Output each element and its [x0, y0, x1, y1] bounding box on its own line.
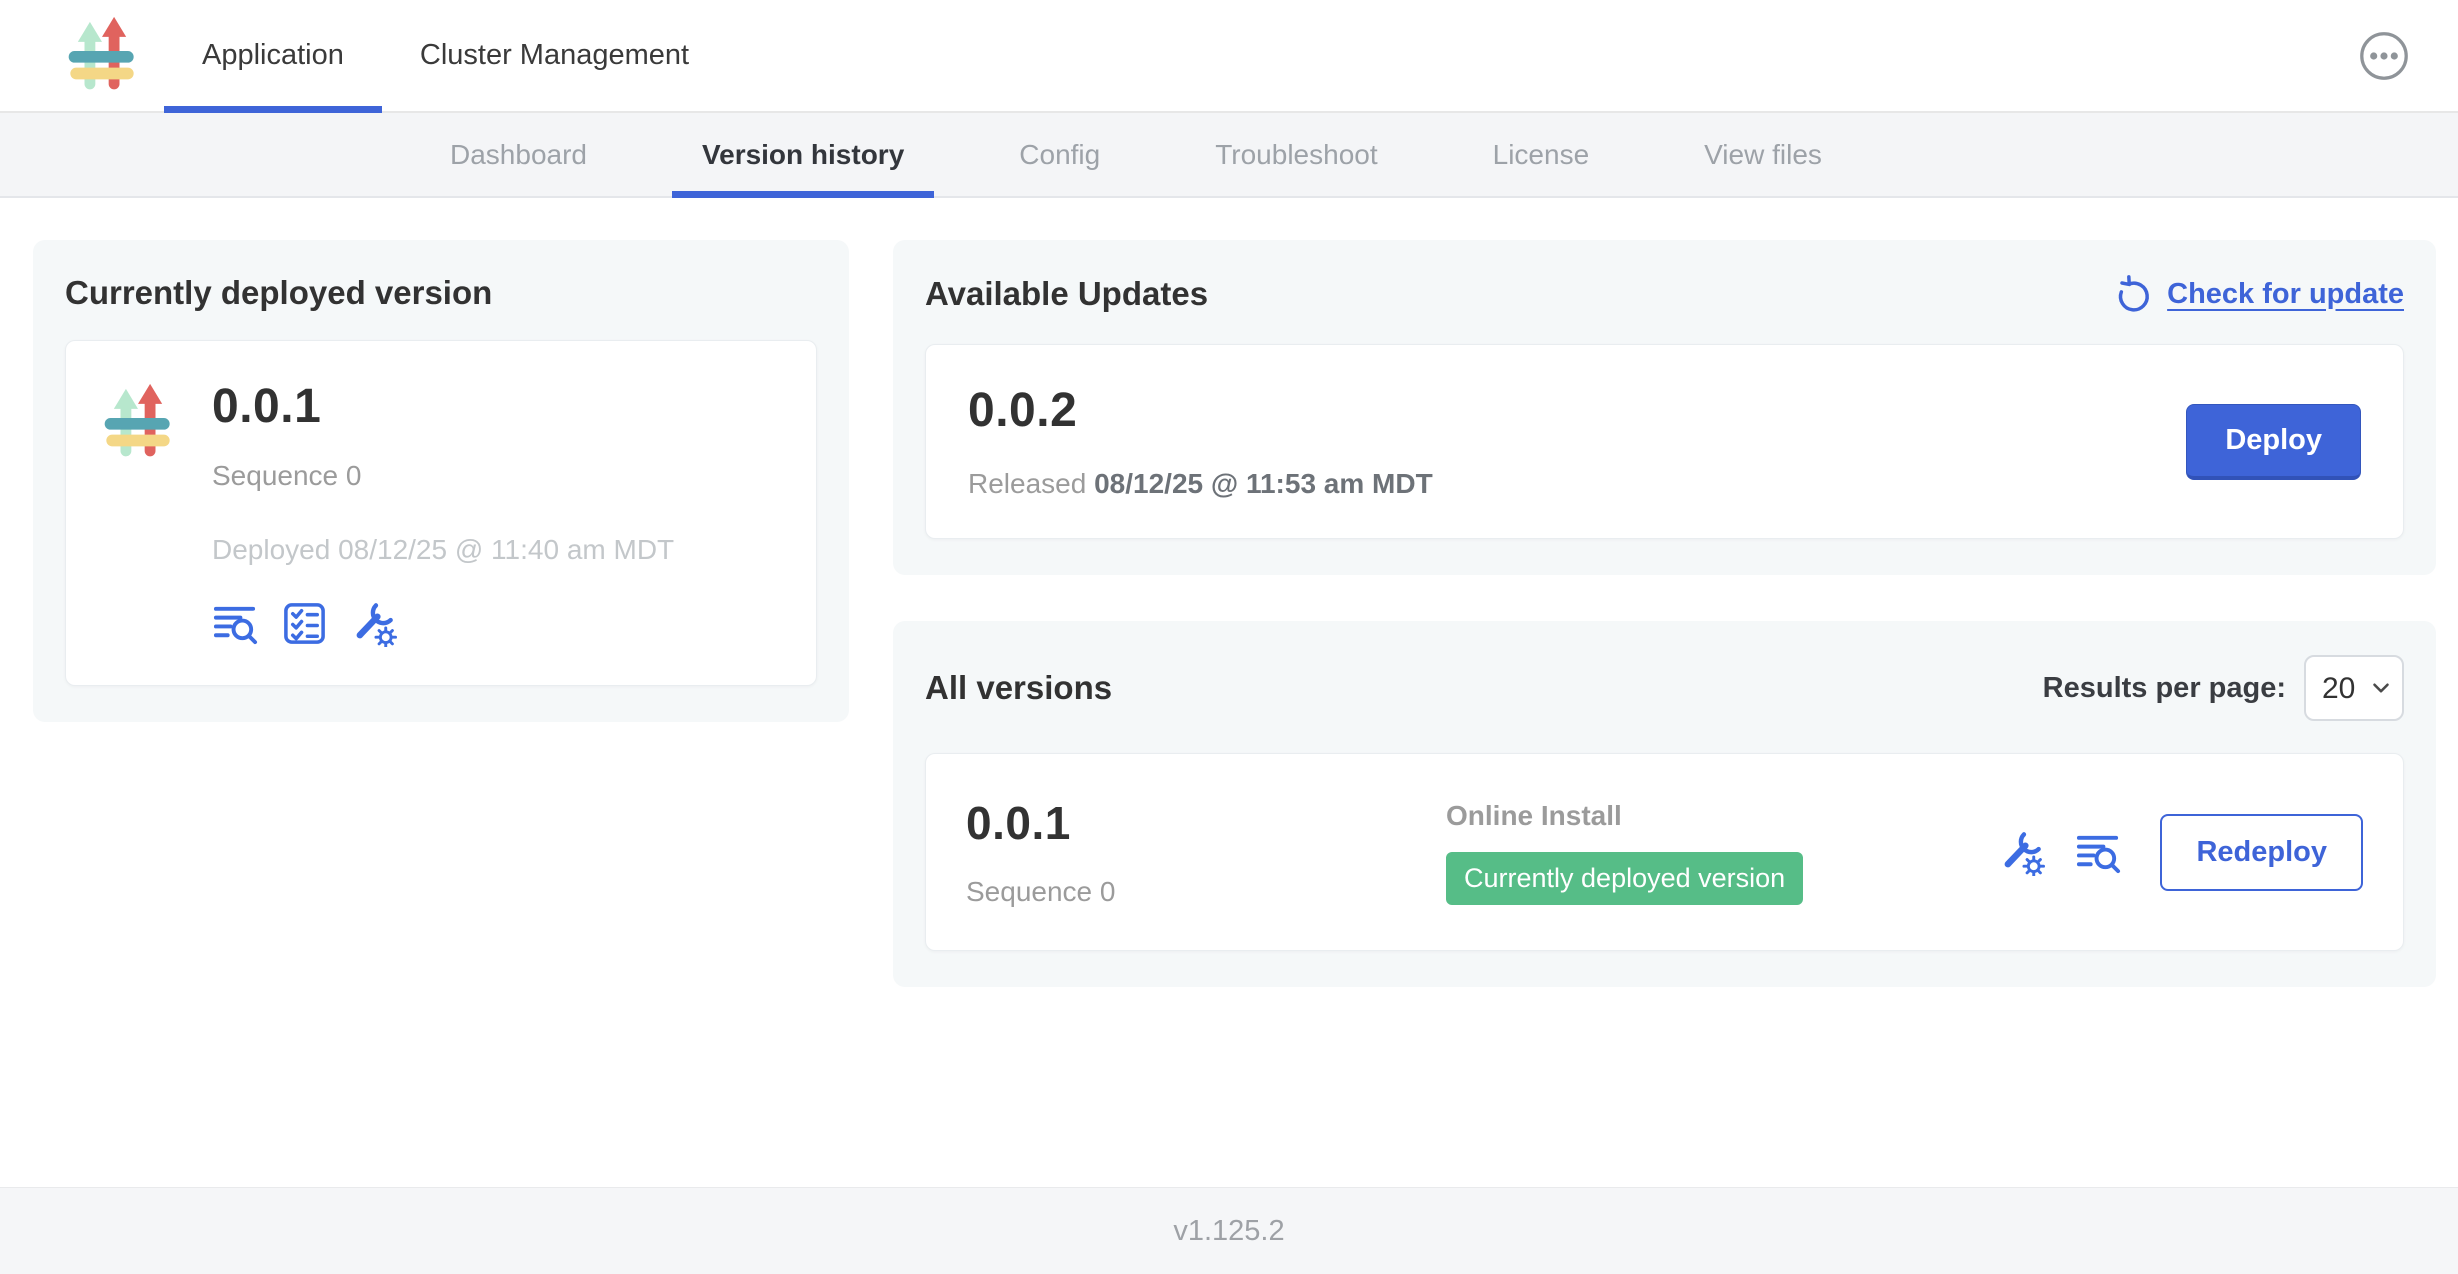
available-updates-header: Available Updates Check for update — [925, 274, 2404, 314]
tab-config[interactable]: Config — [989, 113, 1130, 196]
all-versions-header: All versions Results per page: 20 — [925, 655, 2404, 721]
app-sub-nav: Dashboard Version history Config Trouble… — [0, 113, 2458, 198]
kots-admin-console: Application Cluster Management Dashboard… — [0, 0, 2458, 1274]
released-label: Released — [968, 468, 1086, 499]
edit-config-icon[interactable] — [1998, 829, 2045, 876]
deployed-sequence: Sequence 0 — [212, 460, 674, 492]
row-version-number: 0.0.1 — [966, 796, 1446, 850]
available-updates-card: Available Updates Check for update — [893, 240, 2436, 575]
console-version: v1.125.2 — [1173, 1215, 1284, 1248]
all-versions-title: All versions — [925, 669, 1112, 707]
edit-config-icon[interactable] — [350, 600, 397, 647]
view-logs-icon[interactable] — [212, 600, 259, 647]
redeploy-button[interactable]: Redeploy — [2160, 814, 2363, 891]
row-sequence: Sequence 0 — [966, 876, 1446, 908]
tab-cluster-management[interactable]: Cluster Management — [382, 0, 727, 111]
results-per-page-select-wrap: 20 — [2304, 655, 2404, 721]
overflow-menu-button[interactable] — [2358, 30, 2410, 82]
tab-application-label: Application — [202, 39, 344, 72]
tab-license[interactable]: License — [1463, 113, 1620, 196]
app-logo-arrows-icon — [62, 16, 142, 96]
currently-deployed-title: Currently deployed version — [65, 274, 817, 312]
version-row-info: 0.0.1 Sequence 0 — [966, 796, 1446, 908]
check-for-update-link[interactable]: Check for update — [2113, 274, 2404, 314]
tab-cluster-management-label: Cluster Management — [420, 39, 689, 72]
all-versions-card: All versions Results per page: 20 — [893, 621, 2436, 987]
results-per-page-select[interactable]: 20 — [2304, 655, 2404, 721]
version-row: 0.0.1 Sequence 0 Online Install Currentl… — [925, 753, 2404, 951]
tab-view-files[interactable]: View files — [1674, 113, 1852, 196]
view-logs-icon[interactable] — [2075, 829, 2122, 876]
install-type-label: Online Install — [1446, 800, 1998, 832]
results-per-page-label: Results per page: — [2043, 672, 2286, 705]
right-column: Available Updates Check for update — [893, 240, 2436, 987]
preflight-checks-icon[interactable] — [281, 600, 328, 647]
deployed-version-details: 0.0.1 Sequence 0 Deployed 08/12/25 @ 11:… — [212, 379, 674, 647]
results-per-page: Results per page: 20 — [2043, 655, 2404, 721]
console-footer: v1.125.2 — [0, 1187, 2458, 1274]
tab-version-history[interactable]: Version history — [672, 113, 934, 196]
deployed-version-number: 0.0.1 — [212, 379, 674, 434]
top-nav-spacer — [727, 0, 2358, 111]
currently-deployed-card: Currently deployed version — [33, 240, 849, 722]
currently-deployed-badge: Currently deployed version — [1446, 852, 1803, 905]
update-details: 0.0.2 Released 08/12/25 @ 11:53 am MDT — [968, 383, 1433, 500]
check-for-update-label: Check for update — [2167, 278, 2404, 311]
ellipsis-icon — [2358, 30, 2410, 82]
update-version-number: 0.0.2 — [968, 383, 1433, 438]
deployed-version-box: 0.0.1 Sequence 0 Deployed 08/12/25 @ 11:… — [65, 340, 817, 686]
deployed-action-icons — [212, 600, 674, 647]
available-update-row: 0.0.2 Released 08/12/25 @ 11:53 am MDT D… — [925, 344, 2404, 539]
version-row-actions: Redeploy — [1998, 814, 2363, 891]
version-row-status: Online Install Currently deployed versio… — [1446, 800, 1998, 905]
tab-dashboard[interactable]: Dashboard — [420, 113, 617, 196]
released-timestamp: 08/12/25 @ 11:53 am MDT — [1094, 468, 1433, 499]
top-nav-tabs: Application Cluster Management — [164, 0, 727, 111]
app-logo-arrows-icon — [98, 383, 178, 463]
tab-troubleshoot[interactable]: Troubleshoot — [1185, 113, 1407, 196]
tab-application[interactable]: Application — [164, 0, 382, 111]
available-updates-title: Available Updates — [925, 275, 1208, 313]
deploy-button[interactable]: Deploy — [2186, 404, 2361, 480]
top-nav: Application Cluster Management — [0, 0, 2458, 113]
main-content: Currently deployed version — [0, 198, 2458, 1187]
refresh-icon — [2113, 274, 2153, 314]
deployed-timestamp: Deployed 08/12/25 @ 11:40 am MDT — [212, 534, 674, 566]
update-released-line: Released 08/12/25 @ 11:53 am MDT — [968, 468, 1433, 500]
